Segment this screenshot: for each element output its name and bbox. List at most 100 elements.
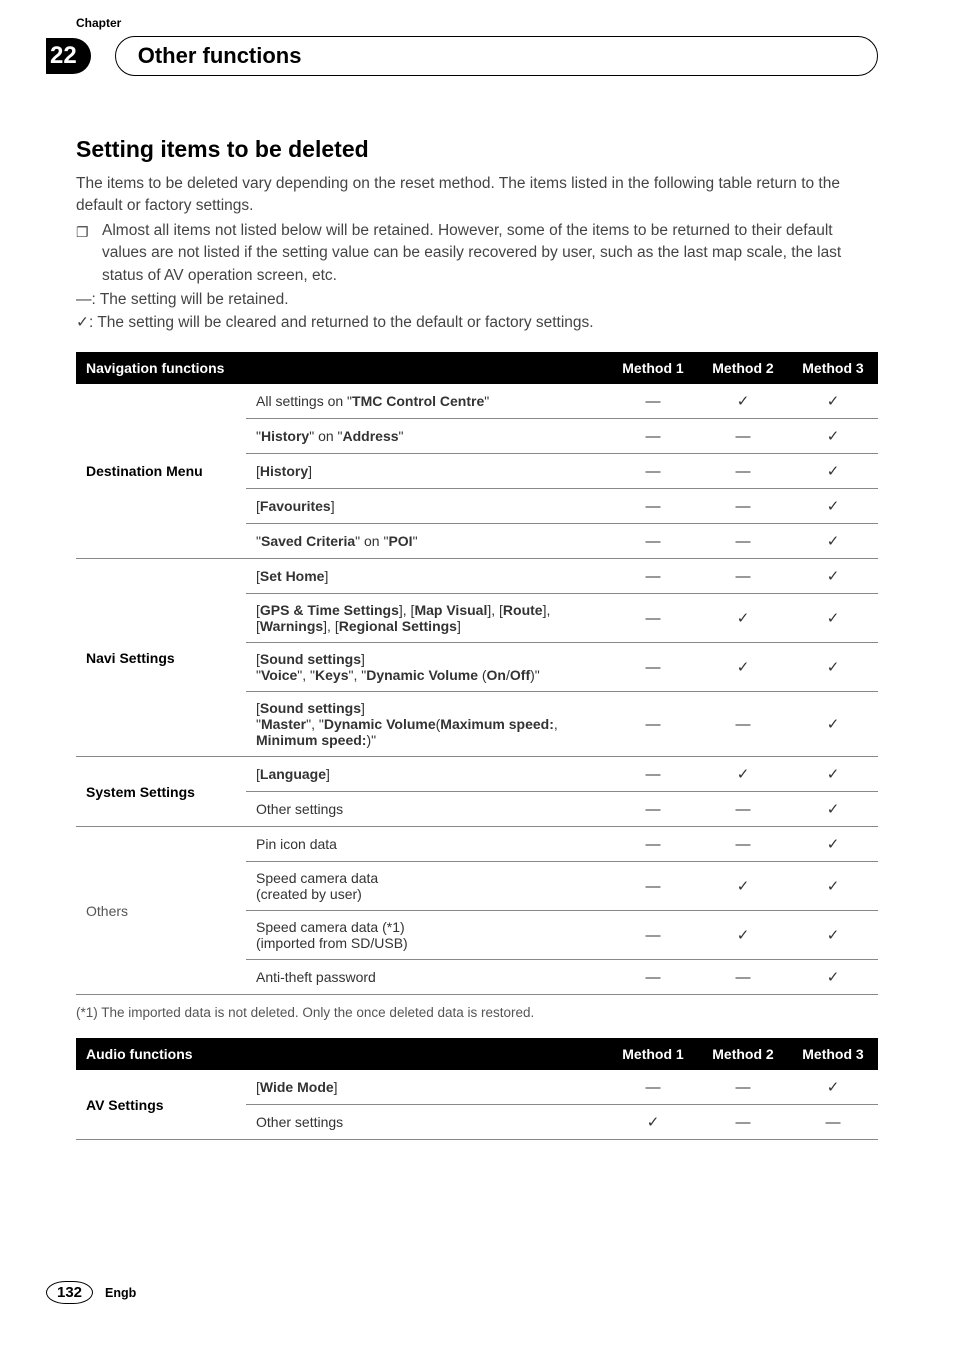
nav-table-header-m1: Method 1 bbox=[608, 352, 698, 384]
row-desc: "History" on "Address" bbox=[246, 419, 608, 454]
row-m2: — bbox=[698, 792, 788, 827]
row-m1: — bbox=[608, 757, 698, 792]
row-desc: Anti-theft password bbox=[246, 960, 608, 995]
row-m2: ✓ bbox=[698, 757, 788, 792]
audio-table-header-m1: Method 1 bbox=[608, 1038, 698, 1070]
row-desc: All settings on "TMC Control Centre" bbox=[246, 384, 608, 419]
intro-text: The items to be deleted vary depending o… bbox=[76, 173, 878, 218]
row-m3: ✓ bbox=[788, 792, 878, 827]
nav-table-header-desc bbox=[246, 352, 608, 384]
row-m3: ✓ bbox=[788, 960, 878, 995]
row-m3: ✓ bbox=[788, 862, 878, 911]
bullet-text: Almost all items not listed below will b… bbox=[102, 220, 878, 287]
audio-table-header-m3: Method 3 bbox=[788, 1038, 878, 1070]
row-m1: — bbox=[608, 594, 698, 643]
row-desc: [History] bbox=[246, 454, 608, 489]
row-m1: — bbox=[608, 489, 698, 524]
row-m3: ✓ bbox=[788, 692, 878, 757]
table-row: Others Pin icon data — — ✓ bbox=[76, 827, 878, 862]
row-m3: ✓ bbox=[788, 1070, 878, 1105]
chapter-number: 22 bbox=[46, 38, 91, 74]
row-m3: ✓ bbox=[788, 384, 878, 419]
row-m2: — bbox=[698, 960, 788, 995]
row-m3: ✓ bbox=[788, 489, 878, 524]
row-m1: — bbox=[608, 911, 698, 960]
table-row: AV Settings [Wide Mode] — — ✓ bbox=[76, 1070, 878, 1105]
row-m1: — bbox=[608, 524, 698, 559]
row-m2: ✓ bbox=[698, 862, 788, 911]
row-m2: — bbox=[698, 524, 788, 559]
row-m2: — bbox=[698, 559, 788, 594]
row-m1: — bbox=[608, 454, 698, 489]
row-m2: ✓ bbox=[698, 911, 788, 960]
row-m2: — bbox=[698, 419, 788, 454]
group-navi: Navi Settings bbox=[76, 559, 246, 757]
nav-functions-table: Navigation functions Method 1 Method 2 M… bbox=[76, 352, 878, 995]
row-m3: — bbox=[788, 1105, 878, 1140]
row-desc: "Saved Criteria" on "POI" bbox=[246, 524, 608, 559]
chapter-title: Other functions bbox=[115, 36, 878, 76]
row-m1: — bbox=[608, 559, 698, 594]
audio-functions-table: Audio functions Method 1 Method 2 Method… bbox=[76, 1038, 878, 1140]
row-m2: — bbox=[698, 1105, 788, 1140]
row-m2: — bbox=[698, 1070, 788, 1105]
row-desc: [Wide Mode] bbox=[246, 1070, 608, 1105]
row-desc: [Set Home] bbox=[246, 559, 608, 594]
row-m2: ✓ bbox=[698, 643, 788, 692]
row-m3: ✓ bbox=[788, 827, 878, 862]
row-m2: — bbox=[698, 827, 788, 862]
row-m3: ✓ bbox=[788, 594, 878, 643]
audio-table-header-desc bbox=[246, 1038, 608, 1070]
row-desc: Speed camera data (*1)(imported from SD/… bbox=[246, 911, 608, 960]
row-m2: — bbox=[698, 489, 788, 524]
row-m1: ✓ bbox=[608, 1105, 698, 1140]
row-desc: Other settings bbox=[246, 1105, 608, 1140]
page-lang: Engb bbox=[105, 1286, 136, 1300]
row-m1: — bbox=[608, 827, 698, 862]
group-destination: Destination Menu bbox=[76, 384, 246, 559]
legend-cleared: ✓: The setting will be cleared and retur… bbox=[76, 312, 878, 334]
legend-retained: —: The setting will be retained. bbox=[76, 289, 878, 311]
row-m3: ✓ bbox=[788, 524, 878, 559]
row-m3: ✓ bbox=[788, 419, 878, 454]
row-desc: [Language] bbox=[246, 757, 608, 792]
row-m2: — bbox=[698, 454, 788, 489]
nav-table-header-left: Navigation functions bbox=[76, 352, 246, 384]
nav-table-header-m2: Method 2 bbox=[698, 352, 788, 384]
row-m3: ✓ bbox=[788, 643, 878, 692]
row-m1: — bbox=[608, 960, 698, 995]
group-system: System Settings bbox=[76, 757, 246, 827]
row-m1: — bbox=[608, 384, 698, 419]
row-m3: ✓ bbox=[788, 454, 878, 489]
group-others: Others bbox=[76, 827, 246, 995]
row-m1: — bbox=[608, 692, 698, 757]
row-desc: [Sound settings]"Master", "Dynamic Volum… bbox=[246, 692, 608, 757]
bullet-icon: ❐ bbox=[76, 220, 102, 287]
audio-table-header-m2: Method 2 bbox=[698, 1038, 788, 1070]
row-m1: — bbox=[608, 792, 698, 827]
group-av: AV Settings bbox=[76, 1070, 246, 1140]
row-desc: [Favourites] bbox=[246, 489, 608, 524]
row-m3: ✓ bbox=[788, 559, 878, 594]
table-row: System Settings [Language] — ✓ ✓ bbox=[76, 757, 878, 792]
section-title: Setting items to be deleted bbox=[76, 136, 878, 163]
audio-table-header-left: Audio functions bbox=[76, 1038, 246, 1070]
chapter-label: Chapter bbox=[76, 16, 121, 30]
row-desc: [Sound settings]"Voice", "Keys", "Dynami… bbox=[246, 643, 608, 692]
row-desc: Other settings bbox=[246, 792, 608, 827]
row-desc: [GPS & Time Settings], [Map Visual], [Ro… bbox=[246, 594, 608, 643]
row-m2: ✓ bbox=[698, 594, 788, 643]
row-m3: ✓ bbox=[788, 911, 878, 960]
page-number: 132 bbox=[46, 1281, 93, 1304]
table-row: Navi Settings [Set Home] — — ✓ bbox=[76, 559, 878, 594]
row-m2: ✓ bbox=[698, 384, 788, 419]
table-row: Destination Menu All settings on "TMC Co… bbox=[76, 384, 878, 419]
row-m3: ✓ bbox=[788, 757, 878, 792]
row-desc: Speed camera data(created by user) bbox=[246, 862, 608, 911]
row-m1: — bbox=[608, 419, 698, 454]
row-m1: — bbox=[608, 1070, 698, 1105]
footnote: (*1) The imported data is not deleted. O… bbox=[76, 1005, 878, 1020]
row-m2: — bbox=[698, 692, 788, 757]
row-m1: — bbox=[608, 643, 698, 692]
nav-table-header-m3: Method 3 bbox=[788, 352, 878, 384]
